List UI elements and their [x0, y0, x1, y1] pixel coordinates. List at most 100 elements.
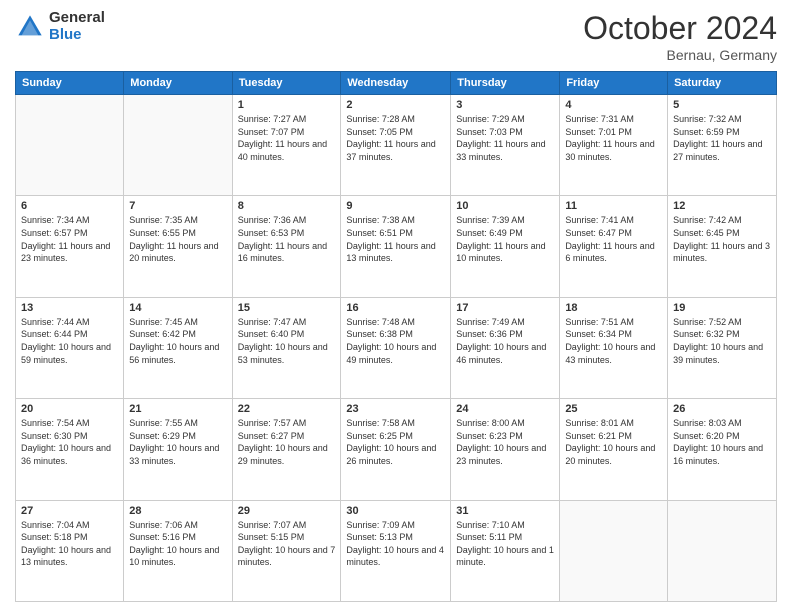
calendar-week-1: 1Sunrise: 7:27 AMSunset: 7:07 PMDaylight… — [16, 95, 777, 196]
calendar-cell: 26Sunrise: 8:03 AMSunset: 6:20 PMDayligh… — [668, 399, 777, 500]
day-number: 1 — [238, 99, 336, 111]
calendar-cell: 19 Sunrise: 7:52 AMSunset: 6:32 PMDayligh… — [668, 297, 777, 398]
day-info: Sunrise: 8:03 AMSunset: 6:20 PMDaylight:… — [673, 417, 771, 467]
day-number: 4 — [565, 99, 662, 111]
day-number: 24 — [456, 403, 554, 415]
day-number: 2 — [346, 99, 445, 111]
calendar-cell: 18Sunrise: 7:51 AMSunset: 6:34 PMDayligh… — [560, 297, 668, 398]
day-number: 10 — [456, 200, 554, 212]
day-number: 30 — [346, 505, 445, 517]
weekday-header-monday: Monday — [124, 72, 232, 95]
day-number: 8 — [238, 200, 336, 212]
calendar-cell — [16, 95, 124, 196]
day-info: Sunrise: 7:38 AMSunset: 6:51 PMDaylight:… — [346, 214, 445, 264]
day-number: 13 — [21, 302, 118, 314]
weekday-header-row: SundayMondayTuesdayWednesdayThursdayFrid… — [16, 72, 777, 95]
day-info: Sunrise: 7:52 AMSunset: 6:32 PMDaylight:… — [673, 316, 771, 366]
day-info: Sunrise: 7:57 AMSunset: 6:27 PMDaylight:… — [238, 417, 336, 467]
day-info: Sunrise: 7:34 AMSunset: 6:57 PMDaylight:… — [21, 214, 118, 264]
calendar-cell: 24 Sunrise: 8:00 AMSunset: 6:23 PMDayligh… — [451, 399, 560, 500]
calendar-cell: 1Sunrise: 7:27 AMSunset: 7:07 PMDaylight… — [232, 95, 341, 196]
day-number: 20 — [21, 403, 118, 415]
day-info: Sunrise: 7:55 AMSunset: 6:29 PMDaylight:… — [129, 417, 226, 467]
day-number: 28 — [129, 505, 226, 517]
month-title: October 2024 — [583, 10, 777, 47]
calendar-cell: 28 Sunrise: 7:06 AMSunset: 5:16 PMDayligh… — [124, 500, 232, 601]
calendar-table: SundayMondayTuesdayWednesdayThursdayFrid… — [15, 71, 777, 602]
logo-line1: General — [49, 10, 105, 27]
day-info: Sunrise: 7:36 AMSunset: 6:53 PMDaylight:… — [238, 214, 336, 264]
day-info: Sunrise: 7:29 AMSunset: 7:03 PMDaylight:… — [456, 113, 554, 163]
calendar-cell: 25Sunrise: 8:01 AMSunset: 6:21 PMDayligh… — [560, 399, 668, 500]
day-info: Sunrise: 7:58 AMSunset: 6:25 PMDaylight:… — [346, 417, 445, 467]
calendar-week-2: 6 Sunrise: 7:34 AMSunset: 6:57 PMDaylight… — [16, 196, 777, 297]
logo: General Blue — [15, 10, 105, 43]
day-number: 25 — [565, 403, 662, 415]
day-number: 16 — [346, 302, 445, 314]
calendar-week-5: 27 Sunrise: 7:04 AMSunset: 5:18 PMDayligh… — [16, 500, 777, 601]
day-number: 11 — [565, 200, 662, 212]
calendar-cell: 31 Sunrise: 7:10 AMSunset: 5:11 PMDayligh… — [451, 500, 560, 601]
calendar-cell: 14 Sunrise: 7:45 AMSunset: 6:42 PMDayligh… — [124, 297, 232, 398]
day-number: 15 — [238, 302, 336, 314]
day-info: Sunrise: 7:07 AMSunset: 5:15 PMDaylight:… — [238, 519, 336, 569]
day-info: Sunrise: 7:39 AMSunset: 6:49 PMDaylight:… — [456, 214, 554, 264]
day-info: Sunrise: 8:00 AMSunset: 6:23 PMDaylight:… — [456, 417, 554, 467]
calendar-cell: 21 Sunrise: 7:55 AMSunset: 6:29 PMDayligh… — [124, 399, 232, 500]
day-info: Sunrise: 7:44 AMSunset: 6:44 PMDaylight:… — [21, 316, 118, 366]
calendar-cell: 7 Sunrise: 7:35 AMSunset: 6:55 PMDaylight… — [124, 196, 232, 297]
day-number: 21 — [129, 403, 226, 415]
weekday-header-friday: Friday — [560, 72, 668, 95]
calendar-week-3: 13 Sunrise: 7:44 AMSunset: 6:44 PMDayligh… — [16, 297, 777, 398]
day-number: 14 — [129, 302, 226, 314]
day-info: Sunrise: 7:35 AMSunset: 6:55 PMDaylight:… — [129, 214, 226, 264]
location-subtitle: Bernau, Germany — [583, 47, 777, 63]
calendar-cell: 29 Sunrise: 7:07 AMSunset: 5:15 PMDayligh… — [232, 500, 341, 601]
day-info: Sunrise: 7:31 AMSunset: 7:01 PMDaylight:… — [565, 113, 662, 163]
calendar-cell: 2 Sunrise: 7:28 AMSunset: 7:05 PMDaylight… — [341, 95, 451, 196]
calendar-cell: 9Sunrise: 7:38 AMSunset: 6:51 PMDaylight… — [341, 196, 451, 297]
weekday-header-sunday: Sunday — [16, 72, 124, 95]
header: General Blue October 2024 Bernau, German… — [15, 10, 777, 63]
calendar-cell: 15 Sunrise: 7:47 AMSunset: 6:40 PMDayligh… — [232, 297, 341, 398]
day-info: Sunrise: 7:48 AMSunset: 6:38 PMDaylight:… — [346, 316, 445, 366]
day-info: Sunrise: 7:47 AMSunset: 6:40 PMDaylight:… — [238, 316, 336, 366]
logo-text: General Blue — [49, 10, 105, 43]
day-number: 23 — [346, 403, 445, 415]
calendar-cell: 6 Sunrise: 7:34 AMSunset: 6:57 PMDaylight… — [16, 196, 124, 297]
calendar-cell: 20 Sunrise: 7:54 AMSunset: 6:30 PMDayligh… — [16, 399, 124, 500]
calendar-cell: 12 Sunrise: 7:42 AMSunset: 6:45 PMDayligh… — [668, 196, 777, 297]
day-info: Sunrise: 7:42 AMSunset: 6:45 PMDaylight:… — [673, 214, 771, 264]
calendar-cell: 8 Sunrise: 7:36 AMSunset: 6:53 PMDaylight… — [232, 196, 341, 297]
weekday-header-tuesday: Tuesday — [232, 72, 341, 95]
day-number: 17 — [456, 302, 554, 314]
calendar-cell: 11Sunrise: 7:41 AMSunset: 6:47 PMDayligh… — [560, 196, 668, 297]
calendar-page: General Blue October 2024 Bernau, German… — [0, 0, 792, 612]
day-info: Sunrise: 7:54 AMSunset: 6:30 PMDaylight:… — [21, 417, 118, 467]
day-info: Sunrise: 7:04 AMSunset: 5:18 PMDaylight:… — [21, 519, 118, 569]
day-number: 19 — [673, 302, 771, 314]
calendar-cell — [560, 500, 668, 601]
day-number: 12 — [673, 200, 771, 212]
calendar-cell: 17Sunrise: 7:49 AMSunset: 6:36 PMDayligh… — [451, 297, 560, 398]
day-number: 7 — [129, 200, 226, 212]
day-number: 31 — [456, 505, 554, 517]
day-info: Sunrise: 7:06 AMSunset: 5:16 PMDaylight:… — [129, 519, 226, 569]
day-number: 22 — [238, 403, 336, 415]
weekday-header-saturday: Saturday — [668, 72, 777, 95]
logo-line2: Blue — [49, 27, 105, 44]
day-number: 6 — [21, 200, 118, 212]
calendar-cell — [668, 500, 777, 601]
day-number: 29 — [238, 505, 336, 517]
day-info: Sunrise: 7:10 AMSunset: 5:11 PMDaylight:… — [456, 519, 554, 569]
calendar-cell: 30Sunrise: 7:09 AMSunset: 5:13 PMDayligh… — [341, 500, 451, 601]
calendar-cell: 23 Sunrise: 7:58 AMSunset: 6:25 PMDayligh… — [341, 399, 451, 500]
logo-icon — [15, 12, 45, 42]
day-info: Sunrise: 7:28 AMSunset: 7:05 PMDaylight:… — [346, 113, 445, 163]
title-block: October 2024 Bernau, Germany — [583, 10, 777, 63]
day-info: Sunrise: 7:45 AMSunset: 6:42 PMDaylight:… — [129, 316, 226, 366]
calendar-cell: 3Sunrise: 7:29 AMSunset: 7:03 PMDaylight… — [451, 95, 560, 196]
calendar-cell: 10 Sunrise: 7:39 AMSunset: 6:49 PMDayligh… — [451, 196, 560, 297]
calendar-cell: 5Sunrise: 7:32 AMSunset: 6:59 PMDaylight… — [668, 95, 777, 196]
day-number: 27 — [21, 505, 118, 517]
